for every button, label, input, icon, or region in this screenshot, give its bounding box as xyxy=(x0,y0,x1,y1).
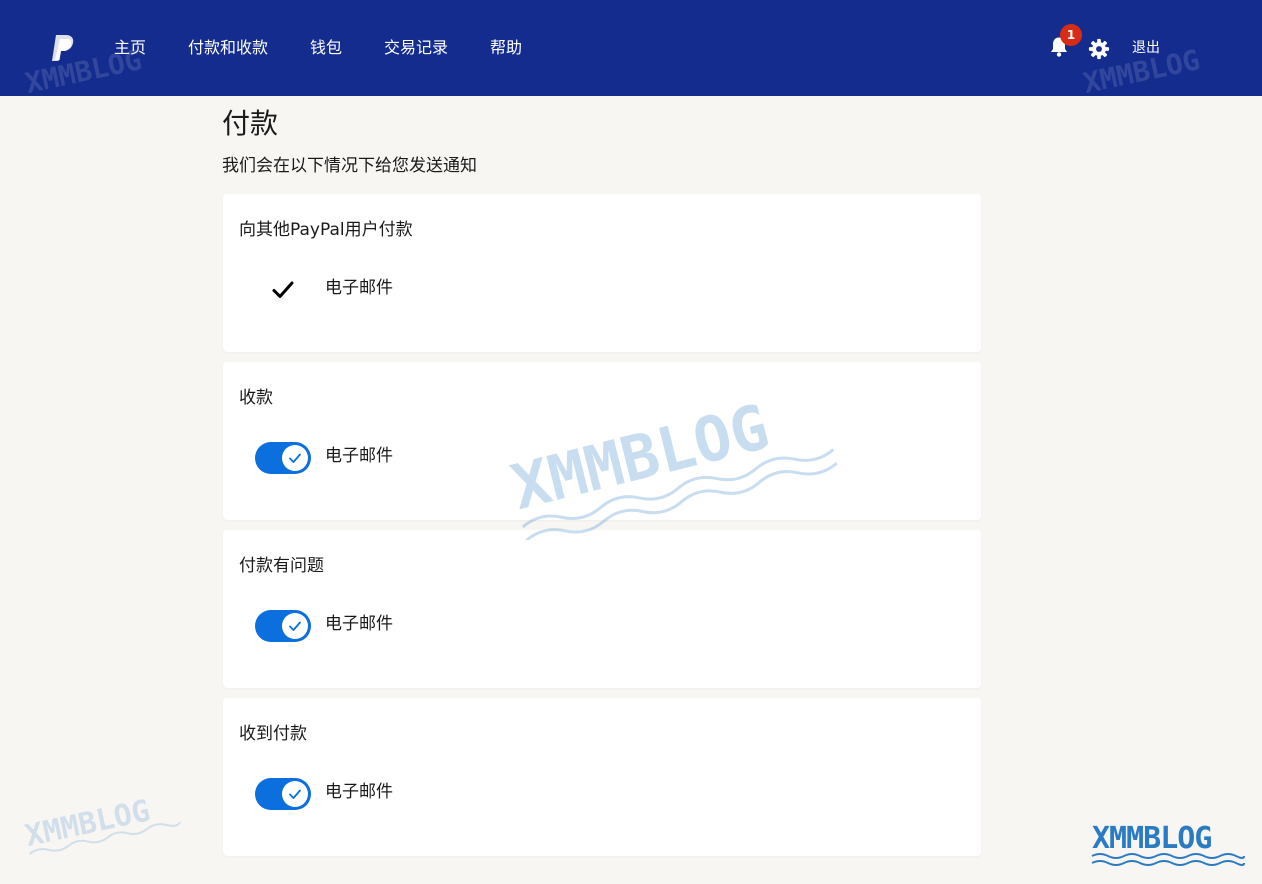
toggle-knob xyxy=(282,613,308,639)
nav-item-help[interactable]: 帮助 xyxy=(490,38,522,58)
notification-card-payment-issue: 付款有问题 电子邮件 xyxy=(223,530,981,688)
card-title: 向其他PayPal用户付款 xyxy=(239,220,413,240)
card-title: 收到付款 xyxy=(239,724,307,744)
email-option-label: 电子邮件 xyxy=(325,614,393,634)
email-toggle[interactable] xyxy=(255,442,311,474)
notification-badge: 1 xyxy=(1060,24,1082,46)
email-option-label: 电子邮件 xyxy=(325,446,393,466)
nav-item-home[interactable]: 主页 xyxy=(114,38,146,58)
checkmark-icon xyxy=(272,281,294,298)
toggle-knob xyxy=(282,781,308,807)
top-navigation-bar: 主页 付款和收款 钱包 交易记录 帮助 1 退出 xyxy=(0,0,1262,96)
notification-card-receive-money: 收款 电子邮件 xyxy=(223,362,981,520)
email-option-label: 电子邮件 xyxy=(325,278,393,298)
toggle-check-icon xyxy=(289,621,301,631)
email-toggle[interactable] xyxy=(255,610,311,642)
svg-text:XMMBLOG: XMMBLOG xyxy=(22,794,153,855)
paypal-logo-icon[interactable] xyxy=(50,33,76,63)
toggle-knob xyxy=(282,445,308,471)
gear-icon[interactable] xyxy=(1088,38,1110,60)
card-title: 收款 xyxy=(239,388,273,408)
toggle-check-icon xyxy=(289,789,301,799)
notification-card-payment-received: 收到付款 电子邮件 xyxy=(223,698,981,856)
nav-item-send-receive[interactable]: 付款和收款 xyxy=(188,38,268,58)
watermark-bottom-left: XMMBLOG xyxy=(22,794,181,855)
svg-text:XMMBLOG: XMMBLOG xyxy=(1092,821,1211,856)
email-toggle[interactable] xyxy=(255,778,311,810)
nav-item-activity[interactable]: 交易记录 xyxy=(384,38,448,58)
nav-item-wallet[interactable]: 钱包 xyxy=(310,38,342,58)
page-title: 付款 xyxy=(222,107,279,140)
logout-link[interactable]: 退出 xyxy=(1132,39,1160,57)
notification-card-pay-paypal-user: 向其他PayPal用户付款 电子邮件 xyxy=(223,194,981,352)
card-title: 付款有问题 xyxy=(239,556,324,576)
page-subtitle: 我们会在以下情况下给您发送通知 xyxy=(222,156,477,176)
toggle-check-icon xyxy=(289,453,301,463)
email-option-label: 电子邮件 xyxy=(325,782,393,802)
watermark-logo: XMMBLOG xyxy=(1091,821,1245,866)
